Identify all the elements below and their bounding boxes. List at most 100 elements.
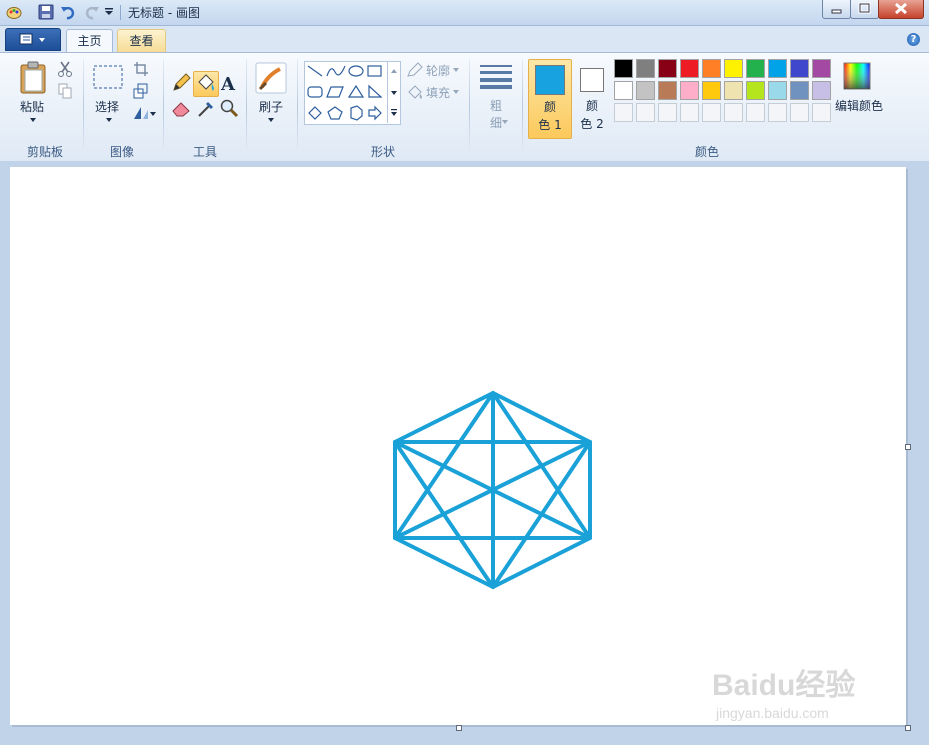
outline-dropdown-icon[interactable] — [452, 67, 460, 73]
color1-button[interactable]: 颜 色 1 — [528, 59, 572, 139]
size-icon[interactable] — [478, 63, 514, 89]
select-icon[interactable] — [92, 64, 124, 92]
cut-icon[interactable] — [57, 61, 73, 77]
paste-button-label[interactable]: 粘贴 — [14, 98, 50, 115]
custom-color-slot[interactable] — [680, 103, 699, 122]
brushes-dropdown-icon[interactable] — [266, 116, 276, 124]
image-group-label: 图像 — [109, 145, 134, 159]
close-icon — [894, 2, 908, 15]
resize-icon[interactable] — [133, 83, 149, 99]
palette-color-swatch[interactable] — [746, 81, 765, 100]
paint-app-icon[interactable] — [5, 4, 23, 20]
paste-dropdown-icon[interactable] — [28, 116, 38, 124]
palette-color-swatch[interactable] — [724, 81, 743, 100]
size-label-line1[interactable]: 粗 — [478, 97, 514, 114]
title-separator — [120, 5, 121, 20]
color2-label-line1: 颜 — [585, 99, 598, 113]
title-bar: 无标题 - 画图 — [0, 0, 929, 26]
quick-access-dropdown-icon[interactable] — [103, 4, 115, 20]
fill-dropdown-icon[interactable] — [452, 89, 460, 95]
eraser-icon[interactable] — [171, 98, 191, 118]
redo-icon[interactable] — [84, 4, 100, 20]
custom-color-slot[interactable] — [636, 103, 655, 122]
color2-label-line2: 色 2 — [580, 117, 604, 131]
palette-color-swatch[interactable] — [702, 59, 721, 78]
custom-color-slot[interactable] — [746, 103, 765, 122]
ribbon: 粘贴 剪贴板 选择 图像 A 工具 刷子 轮廓 填充 形状 粗 细 颜 色 1 … — [0, 52, 929, 162]
palette-color-swatch[interactable] — [614, 81, 633, 100]
color2-button[interactable]: 颜 色 2 — [572, 59, 612, 137]
maximize-button[interactable] — [850, 0, 879, 19]
edit-colors-label[interactable]: 编辑颜色 — [832, 97, 886, 114]
custom-color-slot[interactable] — [658, 103, 677, 122]
fill-label[interactable]: 填充 — [424, 84, 452, 101]
palette-color-swatch[interactable] — [614, 59, 633, 78]
drawing-canvas[interactable] — [10, 167, 906, 725]
fill-tool-button[interactable] — [193, 71, 219, 97]
palette-color-swatch[interactable] — [768, 59, 787, 78]
palette-color-swatch[interactable] — [658, 81, 677, 100]
fill-icon[interactable] — [406, 84, 424, 100]
brushes-icon[interactable] — [254, 61, 288, 95]
palette-color-swatch[interactable] — [768, 81, 787, 100]
palette-color-swatch[interactable] — [790, 81, 809, 100]
color-picker-icon[interactable] — [196, 98, 216, 118]
canvas-resize-handle-bottom[interactable] — [456, 725, 462, 731]
custom-color-slot[interactable] — [768, 103, 787, 122]
size-dropdown-icon[interactable] — [501, 119, 509, 125]
rotate-icon[interactable] — [133, 105, 157, 121]
save-icon[interactable] — [38, 4, 54, 20]
pencil-icon[interactable] — [171, 73, 191, 93]
palette-color-swatch[interactable] — [724, 59, 743, 78]
palette-color-swatch[interactable] — [812, 81, 831, 100]
select-button-label[interactable]: 选择 — [89, 98, 125, 115]
copy-icon[interactable] — [57, 83, 73, 99]
color1-label-line2: 色 1 — [538, 118, 562, 132]
edit-colors-icon[interactable] — [842, 61, 872, 91]
close-button[interactable] — [878, 0, 924, 19]
minimize-button[interactable] — [822, 0, 851, 19]
tab-view[interactable]: 查看 — [117, 29, 166, 52]
hexagram-drawing — [393, 391, 592, 589]
custom-color-slot[interactable] — [614, 103, 633, 122]
palette-color-swatch[interactable] — [746, 59, 765, 78]
group-separator — [246, 59, 247, 155]
canvas-resize-handle-corner[interactable] — [905, 725, 911, 731]
select-dropdown-icon[interactable] — [104, 116, 114, 124]
palette-color-swatch[interactable] — [636, 81, 655, 100]
palette-color-swatch[interactable] — [702, 81, 721, 100]
colors-group-label: 颜色 — [694, 145, 719, 159]
custom-color-slot[interactable] — [812, 103, 831, 122]
tools-group-label: 工具 — [192, 145, 217, 159]
help-icon[interactable]: ? — [907, 33, 920, 46]
color1-label-line1: 颜 — [543, 100, 556, 114]
shapes-scrollbar[interactable] — [387, 61, 400, 123]
crop-icon[interactable] — [133, 61, 149, 77]
color1-swatch — [535, 65, 565, 95]
shapes-scroll-icons — [391, 69, 397, 116]
palette-color-swatch[interactable] — [790, 59, 809, 78]
group-separator — [163, 59, 164, 155]
custom-color-slot[interactable] — [790, 103, 809, 122]
palette-color-swatch[interactable] — [680, 81, 699, 100]
palette-color-swatch[interactable] — [680, 59, 699, 78]
fill-bucket-icon — [198, 74, 214, 91]
custom-color-slot[interactable] — [724, 103, 743, 122]
magnifier-icon[interactable] — [219, 98, 239, 118]
outline-label[interactable]: 轮廓 — [424, 62, 452, 79]
undo-icon[interactable] — [60, 4, 76, 20]
canvas-resize-handle-right[interactable] — [905, 444, 911, 450]
tab-home[interactable]: 主页 — [66, 29, 113, 52]
text-icon[interactable]: A — [219, 73, 239, 93]
paint-menu-button[interactable] — [5, 28, 61, 51]
palette-color-swatch[interactable] — [812, 59, 831, 78]
custom-color-slot[interactable] — [702, 103, 721, 122]
color2-swatch — [580, 68, 604, 92]
shapes-gallery-icons — [307, 65, 383, 121]
brushes-button-label[interactable]: 刷子 — [252, 98, 290, 115]
outline-icon[interactable] — [406, 62, 424, 78]
palette-color-swatch[interactable] — [636, 59, 655, 78]
palette-color-swatch[interactable] — [658, 59, 677, 78]
paste-icon[interactable] — [19, 61, 49, 95]
watermark-brand: Baidu经验 — [712, 669, 856, 702]
